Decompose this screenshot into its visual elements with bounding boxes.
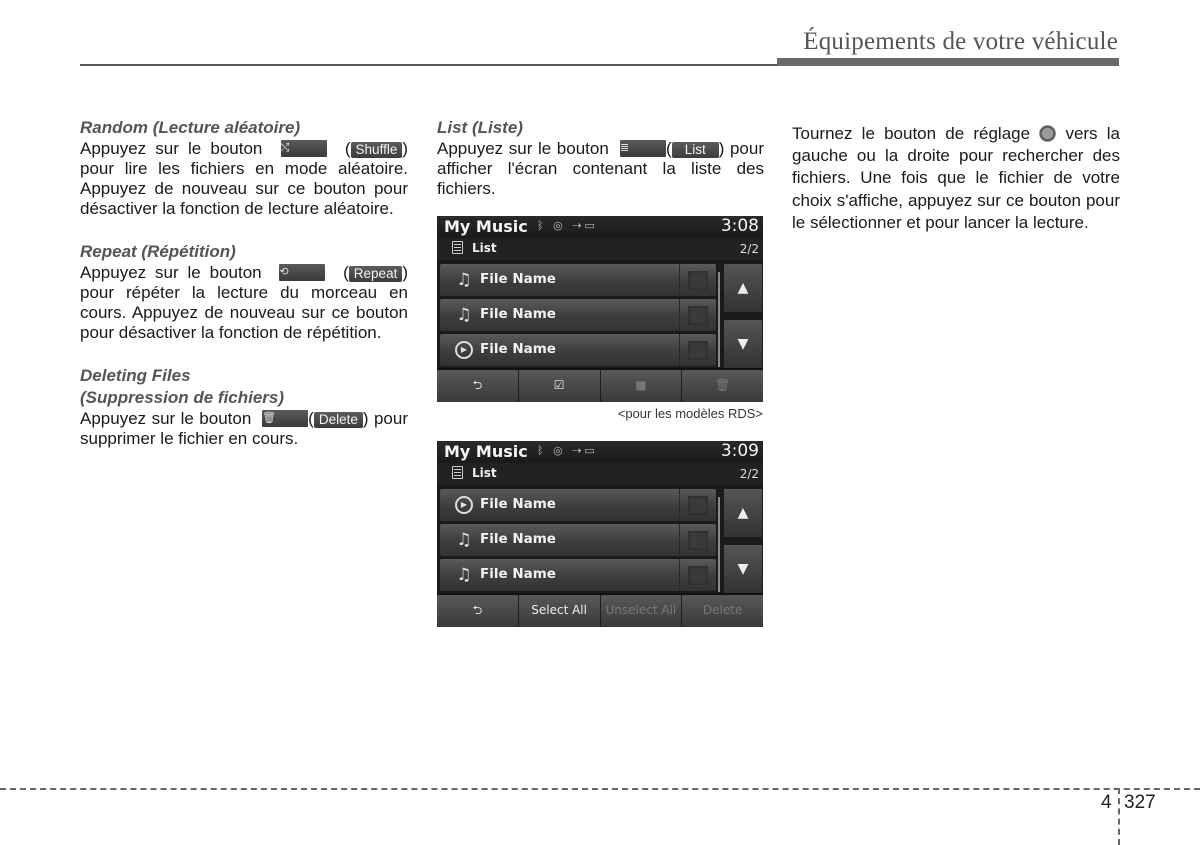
chapter-number: 4 bbox=[1101, 792, 1112, 813]
page-indicator: 2/2 bbox=[739, 242, 759, 256]
page-number: 327 bbox=[1124, 792, 1156, 813]
play-icon: ▶ bbox=[455, 341, 473, 359]
status-icons: ᛒ ◎ ⇢▭ bbox=[537, 219, 598, 232]
clock: 3:08 bbox=[720, 216, 759, 236]
music-note-icon: ♫ bbox=[456, 270, 472, 290]
shuffle-icon: ⤭ bbox=[280, 140, 327, 157]
list-icon bbox=[452, 241, 463, 254]
music-note-icon: ♫ bbox=[456, 530, 472, 550]
file-row[interactable]: ♫ File Name bbox=[440, 559, 716, 591]
delete-button[interactable]: Delete bbox=[682, 595, 763, 627]
back-button[interactable]: ⮌ bbox=[437, 370, 519, 402]
file-checkbox[interactable] bbox=[679, 299, 716, 331]
footer-vertical-divider bbox=[1118, 788, 1120, 845]
clock: 3:09 bbox=[720, 441, 759, 461]
page-header-title: Équipements de votre véhicule bbox=[803, 28, 1118, 55]
paragraph-random: Appuyez sur le bouton ⤭ (Shuffle) pour l… bbox=[80, 139, 409, 218]
file-row[interactable]: ▶ File Name bbox=[440, 489, 716, 521]
file-row[interactable]: ♫ File Name bbox=[440, 524, 716, 556]
screen-status-bar: My Music ᛒ ◎ ⇢▭ 3:08 bbox=[437, 216, 763, 238]
select-all-button[interactable]: ☑ bbox=[518, 370, 601, 402]
music-list-screen: My Music ᛒ ◎ ⇢▭ 3:09 List 2/2 ▶ File Nam… bbox=[437, 441, 763, 627]
header-rule bbox=[80, 64, 780, 66]
file-row[interactable]: ▶ File Name bbox=[440, 334, 716, 366]
section-heading-delete: Deleting Files bbox=[80, 366, 191, 385]
paragraph-tune-knob: Tournez le bouton de réglage vers la gau… bbox=[792, 124, 1120, 232]
screen-title: My Music bbox=[444, 442, 528, 461]
scrollbar[interactable] bbox=[718, 497, 720, 592]
list-label-button: List bbox=[671, 142, 719, 158]
tune-knob-icon bbox=[1039, 125, 1057, 142]
status-icons: ᛒ ◎ ⇢▭ bbox=[537, 444, 598, 457]
shuffle-label-button: Shuffle bbox=[350, 142, 403, 158]
section-heading-random: Random (Lecture aléatoire) bbox=[80, 118, 301, 137]
paragraph-list: Appuyez sur le bouton ≣(List) pour affic… bbox=[437, 139, 764, 198]
file-checkbox[interactable] bbox=[679, 264, 716, 296]
screen-title: My Music bbox=[444, 217, 528, 236]
screen-status-bar: My Music ᛒ ◎ ⇢▭ 3:09 bbox=[437, 441, 763, 463]
list-label: List bbox=[472, 466, 497, 480]
delete-label-button: Delete bbox=[313, 412, 363, 428]
section-heading-repeat: Repeat (Répétition) bbox=[80, 242, 236, 261]
screen-caption: <pour les modèles RDS> bbox=[617, 406, 763, 421]
music-list-screen-rds: My Music ᛒ ◎ ⇢▭ 3:08 List 2/2 ♫ File Nam… bbox=[437, 216, 763, 402]
screen-bottom-bar: ⮌ ☑ ■ 🗑 bbox=[437, 368, 763, 402]
file-checkbox[interactable] bbox=[679, 524, 716, 556]
column-middle: List (Liste) Appuyez sur le bouton ≣(Lis… bbox=[437, 117, 764, 199]
music-note-icon: ♫ bbox=[456, 305, 472, 325]
scroll-down-button[interactable]: ▼ bbox=[724, 320, 762, 368]
file-checkbox[interactable] bbox=[679, 559, 716, 591]
page-indicator: 2/2 bbox=[739, 467, 759, 481]
paragraph-delete: Appuyez sur le bouton 🗑(Delete) pour sup… bbox=[80, 409, 408, 448]
screen-subheader: List 2/2 bbox=[437, 238, 763, 260]
select-all-button[interactable]: Select All bbox=[518, 595, 601, 627]
file-checkbox[interactable] bbox=[679, 489, 716, 521]
unselect-all-button[interactable]: Unselect All bbox=[600, 595, 683, 627]
scroll-down-button[interactable]: ▼ bbox=[724, 545, 762, 593]
list-icon bbox=[452, 466, 463, 479]
file-checkbox[interactable] bbox=[679, 334, 716, 366]
scroll-up-button[interactable]: ▲ bbox=[724, 264, 762, 312]
trash-icon: 🗑 bbox=[262, 410, 309, 427]
unselect-all-button[interactable]: ■ bbox=[600, 370, 683, 402]
screen-bottom-bar: ⮌ Select All Unselect All Delete bbox=[437, 593, 763, 627]
file-row[interactable]: ♫ File Name bbox=[440, 299, 716, 331]
file-row[interactable]: ♫ File Name bbox=[440, 264, 716, 296]
scroll-up-button[interactable]: ▲ bbox=[724, 489, 762, 537]
music-note-icon: ♫ bbox=[456, 565, 472, 585]
column-left: Random (Lecture aléatoire) Appuyez sur l… bbox=[80, 117, 408, 449]
repeat-label-button: Repeat bbox=[348, 266, 403, 282]
delete-button[interactable]: 🗑 bbox=[682, 370, 763, 402]
section-subheading-delete: (Suppression de fichiers) bbox=[80, 388, 285, 407]
section-heading-list: List (Liste) bbox=[437, 118, 523, 137]
repeat-icon: ⟲ bbox=[279, 264, 326, 281]
screen-subheader: List 2/2 bbox=[437, 463, 763, 485]
play-icon: ▶ bbox=[455, 496, 473, 514]
back-button[interactable]: ⮌ bbox=[437, 595, 519, 627]
paragraph-repeat: Appuyez sur le bouton ⟲ (Repeat) pour ré… bbox=[80, 263, 409, 342]
scrollbar[interactable] bbox=[718, 272, 720, 367]
list-label: List bbox=[472, 241, 497, 255]
list-icon: ≣ bbox=[620, 140, 667, 157]
footer-divider bbox=[0, 788, 1200, 790]
header-rule-accent bbox=[777, 58, 1119, 66]
